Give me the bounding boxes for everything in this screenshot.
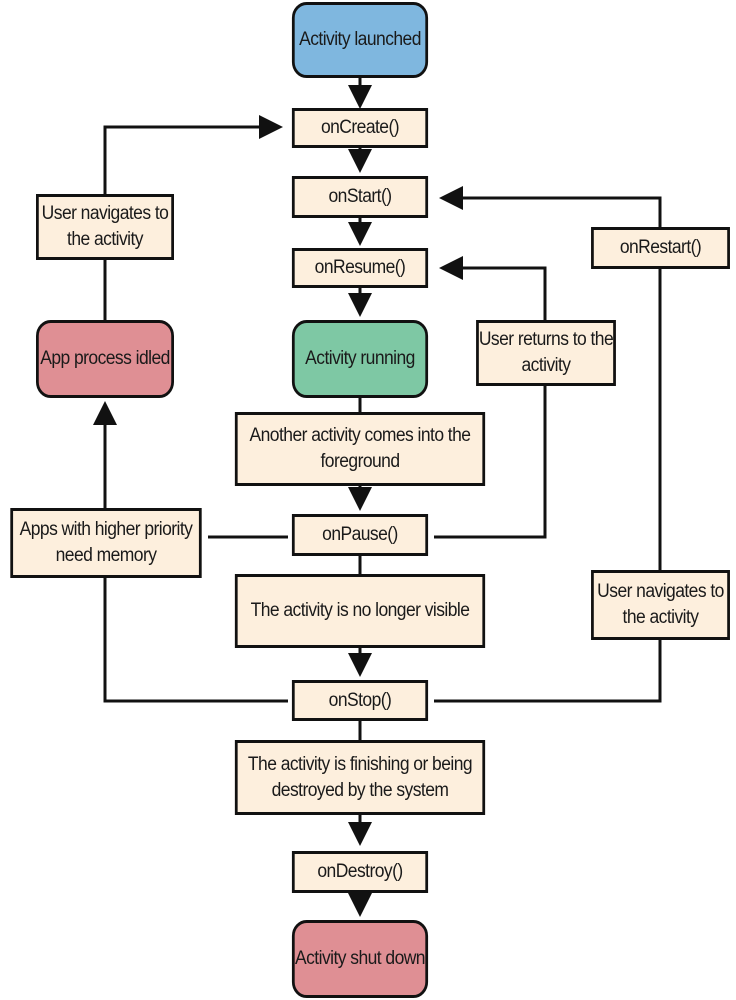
callback-ondestroy: onDestroy() <box>291 851 429 893</box>
condition-another-activity: Another activity comes into the foregrou… <box>234 412 486 486</box>
condition-finishing-label: The activity is finishing or being destr… <box>247 753 473 801</box>
edge-onpause-onresume <box>434 256 547 539</box>
callback-onrestart-label: onRestart() <box>619 237 702 258</box>
condition-higher-priority: Apps with higher priority need memory <box>10 508 202 578</box>
callback-oncreate-label: onCreate() <box>320 117 400 138</box>
condition-finishing: The activity is finishing or being destr… <box>234 740 486 815</box>
callback-onresume-label: onResume() <box>314 257 406 278</box>
callback-onpause-label: onPause() <box>322 524 398 545</box>
condition-user-returns: User returns to the activity <box>476 320 616 386</box>
state-app-process-idled: App process idled <box>36 320 174 398</box>
condition-higher-priority-label: Apps with higher priority need memory <box>19 519 193 566</box>
condition-user-navigates-right: User navigates to the activity <box>591 570 730 640</box>
callback-onresume: onResume() <box>291 248 429 288</box>
state-activity-launched-label: Activity launched <box>299 29 421 50</box>
state-activity-running: Activity running <box>291 320 429 398</box>
state-activity-launched: Activity launched <box>291 2 429 78</box>
callback-onstart-label: onStart() <box>328 186 392 207</box>
condition-user-navigates-left: User navigates to the activity <box>36 194 174 260</box>
condition-no-longer-visible-label: The activity is no longer visible <box>250 600 470 621</box>
state-activity-shut-down-label: Activity shut down <box>295 948 426 969</box>
callback-ondestroy-label: onDestroy() <box>317 861 403 882</box>
condition-user-navigates-left-label: User navigates to the activity <box>41 203 169 250</box>
condition-user-navigates-right-label: User navigates to the activity <box>597 581 724 628</box>
condition-no-longer-visible: The activity is no longer visible <box>234 574 486 648</box>
state-activity-running-label: Activity running <box>305 348 415 369</box>
connector-layer <box>93 78 662 917</box>
callback-onpause: onPause() <box>291 514 429 556</box>
state-app-process-idled-label: App process idled <box>40 348 170 369</box>
callback-onstop: onStop() <box>291 680 429 721</box>
callback-oncreate: onCreate() <box>291 108 429 148</box>
callback-onrestart: onRestart() <box>591 227 730 269</box>
state-activity-shut-down: Activity shut down <box>291 920 429 998</box>
callback-onstop-label: onStop() <box>328 689 392 711</box>
callback-onstart: onStart() <box>291 176 429 218</box>
condition-user-returns-label: User returns to the activity <box>478 329 614 376</box>
condition-another-activity-label: Another activity comes into the foregrou… <box>249 425 471 472</box>
